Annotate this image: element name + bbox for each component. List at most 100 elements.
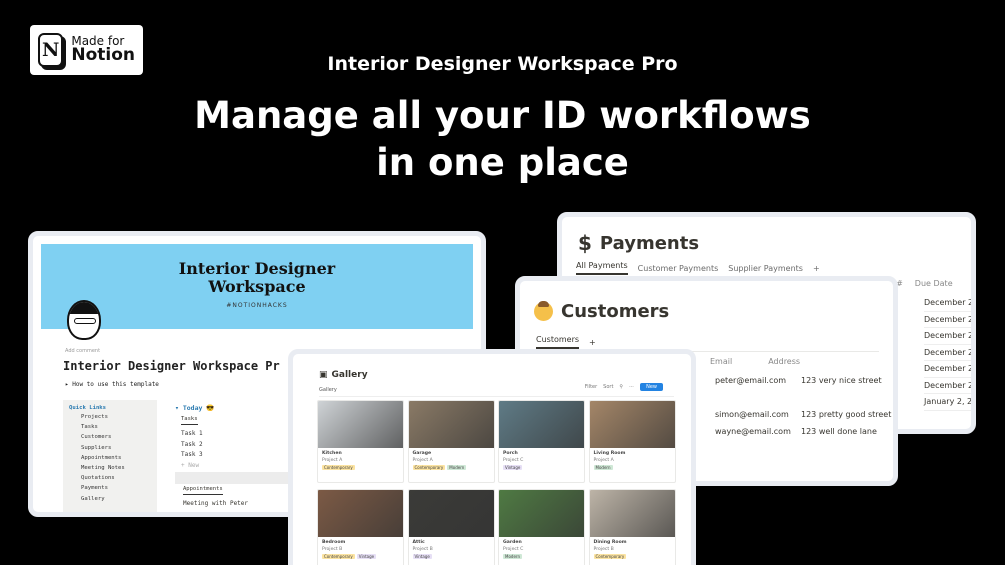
item-tags: Modern [503, 554, 580, 559]
meeting-item[interactable]: Meeting with Peter [183, 500, 248, 507]
gallery-card-item[interactable]: Dining Room Project B Contemporary [588, 489, 676, 565]
tab-customers[interactable]: Customers [536, 335, 580, 349]
item-name: Living Room [593, 451, 626, 456]
gallery-meta: Living Room Project A Modern [590, 448, 675, 473]
gallery-card-item[interactable]: Garden Project C Modern [498, 489, 585, 565]
item-tags: Contemporary Vintage [322, 554, 399, 559]
filter-button[interactable]: Filter [585, 384, 597, 390]
due-dates: December 2 December 2 December 2 Decembe… [924, 295, 971, 411]
table-row[interactable]: simon@email.com 123 pretty good street [715, 410, 891, 427]
gallery-meta: Bedroom Project B Contemporary Vintage [318, 537, 403, 562]
style-tag: Modern [593, 465, 613, 470]
link-suppliers[interactable]: Suppliers [69, 445, 151, 455]
due-date: December 2 [924, 378, 971, 394]
tab-appointments[interactable]: Appointments [183, 486, 223, 495]
item-name: Porch [503, 451, 518, 456]
link-quotations[interactable]: Quotations [69, 475, 151, 485]
item-name: Garden [503, 540, 522, 545]
today-toggle[interactable]: ▾ Today 😎 [175, 404, 214, 412]
table-row[interactable]: wayne@email.com 123 well done lane [715, 427, 891, 444]
gallery-meta: Garden Project C Modern [499, 537, 584, 562]
style-tag: Modern [447, 465, 467, 470]
task-item[interactable]: Task 2 [181, 441, 203, 452]
gallery-meta: Porch Project C Vintage [499, 448, 584, 473]
link-gallery[interactable]: Gallery [69, 496, 151, 506]
item-tags: Vintage [503, 465, 580, 470]
gallery-card-item[interactable]: Kitchen Project A Contemporary [317, 400, 404, 483]
item-project: Project B [593, 547, 614, 552]
item-name: Kitchen [322, 451, 342, 456]
item-project: Project C [503, 458, 524, 463]
new-task-button[interactable]: + New [181, 462, 203, 473]
quick-links-heading: Quick Links [69, 405, 107, 411]
item-name: Attic [412, 540, 425, 545]
link-meeting-notes[interactable]: Meeting Notes [69, 465, 151, 475]
tab-tasks[interactable]: Tasks [181, 416, 198, 425]
gallery-card-item[interactable]: Bedroom Project B Contemporary Vintage [317, 489, 404, 565]
promo-canvas: N Made for Notion Interior Designer Work… [0, 0, 1005, 565]
style-tag: Contemporary [412, 465, 446, 470]
item-project: Project B [412, 547, 433, 552]
style-tag: Modern [503, 554, 523, 559]
room-photo [589, 401, 675, 448]
gallery-card-item[interactable]: Garage Project A Contemporary Modern [407, 400, 495, 483]
item-project: Project C [503, 547, 524, 552]
headline: Manage all your ID workflows in one plac… [0, 92, 1005, 186]
item-tags: Contemporary [593, 554, 671, 559]
table-row[interactable] [715, 393, 891, 410]
room-photo [318, 490, 403, 537]
style-tag: Vintage [412, 554, 432, 559]
room-photo [589, 490, 675, 537]
camera-icon: ▣ [319, 370, 328, 380]
due-date: December 2 [924, 328, 971, 345]
item-name: Garage [412, 451, 432, 456]
gallery-meta: Kitchen Project A Contemporary [318, 448, 403, 473]
tab-supplier-payments[interactable]: Supplier Payments [728, 264, 803, 273]
sort-button[interactable]: Sort [603, 384, 613, 390]
more-icon[interactable]: ⋯ [629, 384, 634, 390]
gallery-card-item[interactable]: Porch Project C Vintage [498, 400, 585, 483]
due-date: December 2 [924, 295, 971, 312]
tab-customer-payments[interactable]: Customer Payments [638, 264, 719, 273]
banner-tag: #NOTIONHACKS [226, 302, 288, 309]
link-appointments[interactable]: Appointments [69, 455, 151, 465]
room-photo [408, 401, 494, 448]
customers-rows: peter@email.com 123 very nice street simo… [715, 376, 891, 444]
item-tags: Contemporary [322, 465, 399, 470]
customers-tabs: Customers + [536, 335, 596, 349]
new-button[interactable]: New [640, 383, 663, 391]
task-item[interactable]: Task 3 [181, 451, 203, 462]
how-to-toggle[interactable]: ▸ How to use this template [65, 381, 159, 388]
gallery-card-item[interactable]: Living Room Project A Modern [588, 400, 676, 483]
payments-title: $ Payments [578, 231, 700, 255]
style-tag: Contemporary [593, 554, 627, 559]
item-project: Project A [412, 458, 433, 463]
gallery-title: ▣ Gallery [319, 370, 368, 380]
add-comment[interactable]: Add comment [65, 348, 100, 354]
gallery-meta: Dining Room Project B Contemporary [590, 537, 675, 562]
due-date: January 2, 2 [924, 394, 971, 411]
search-icon[interactable]: ⚲ [619, 384, 623, 390]
avatar-icon [67, 300, 101, 340]
col-address: Address [768, 357, 801, 366]
add-view-button[interactable]: + [589, 338, 596, 347]
link-tasks[interactable]: Tasks [69, 424, 151, 434]
link-payments[interactable]: Payments [69, 485, 151, 495]
appointments-bar [175, 472, 305, 484]
due-date: December 2 [924, 312, 971, 328]
tab-all-payments[interactable]: All Payments [576, 261, 628, 275]
style-tag: Contemporary [322, 554, 355, 559]
task-item[interactable]: Task 1 [181, 430, 203, 441]
link-customers[interactable]: Customers [69, 434, 151, 444]
item-project: Project B [322, 547, 343, 552]
table-row[interactable]: peter@email.com 123 very nice street [715, 376, 891, 393]
link-projects[interactable]: Projects [69, 414, 151, 424]
col-due-date: Due Date [914, 279, 953, 288]
quick-links: Quick Links Projects Tasks Customers Sup… [63, 400, 157, 512]
gallery-card-item[interactable]: Attic Project B Vintage [407, 489, 495, 565]
customer-face-icon [534, 301, 553, 321]
customers-header: Email Address [710, 357, 800, 366]
room-photo [408, 490, 494, 537]
add-view-button[interactable]: + [813, 264, 820, 273]
style-tag: Vintage [503, 465, 523, 470]
